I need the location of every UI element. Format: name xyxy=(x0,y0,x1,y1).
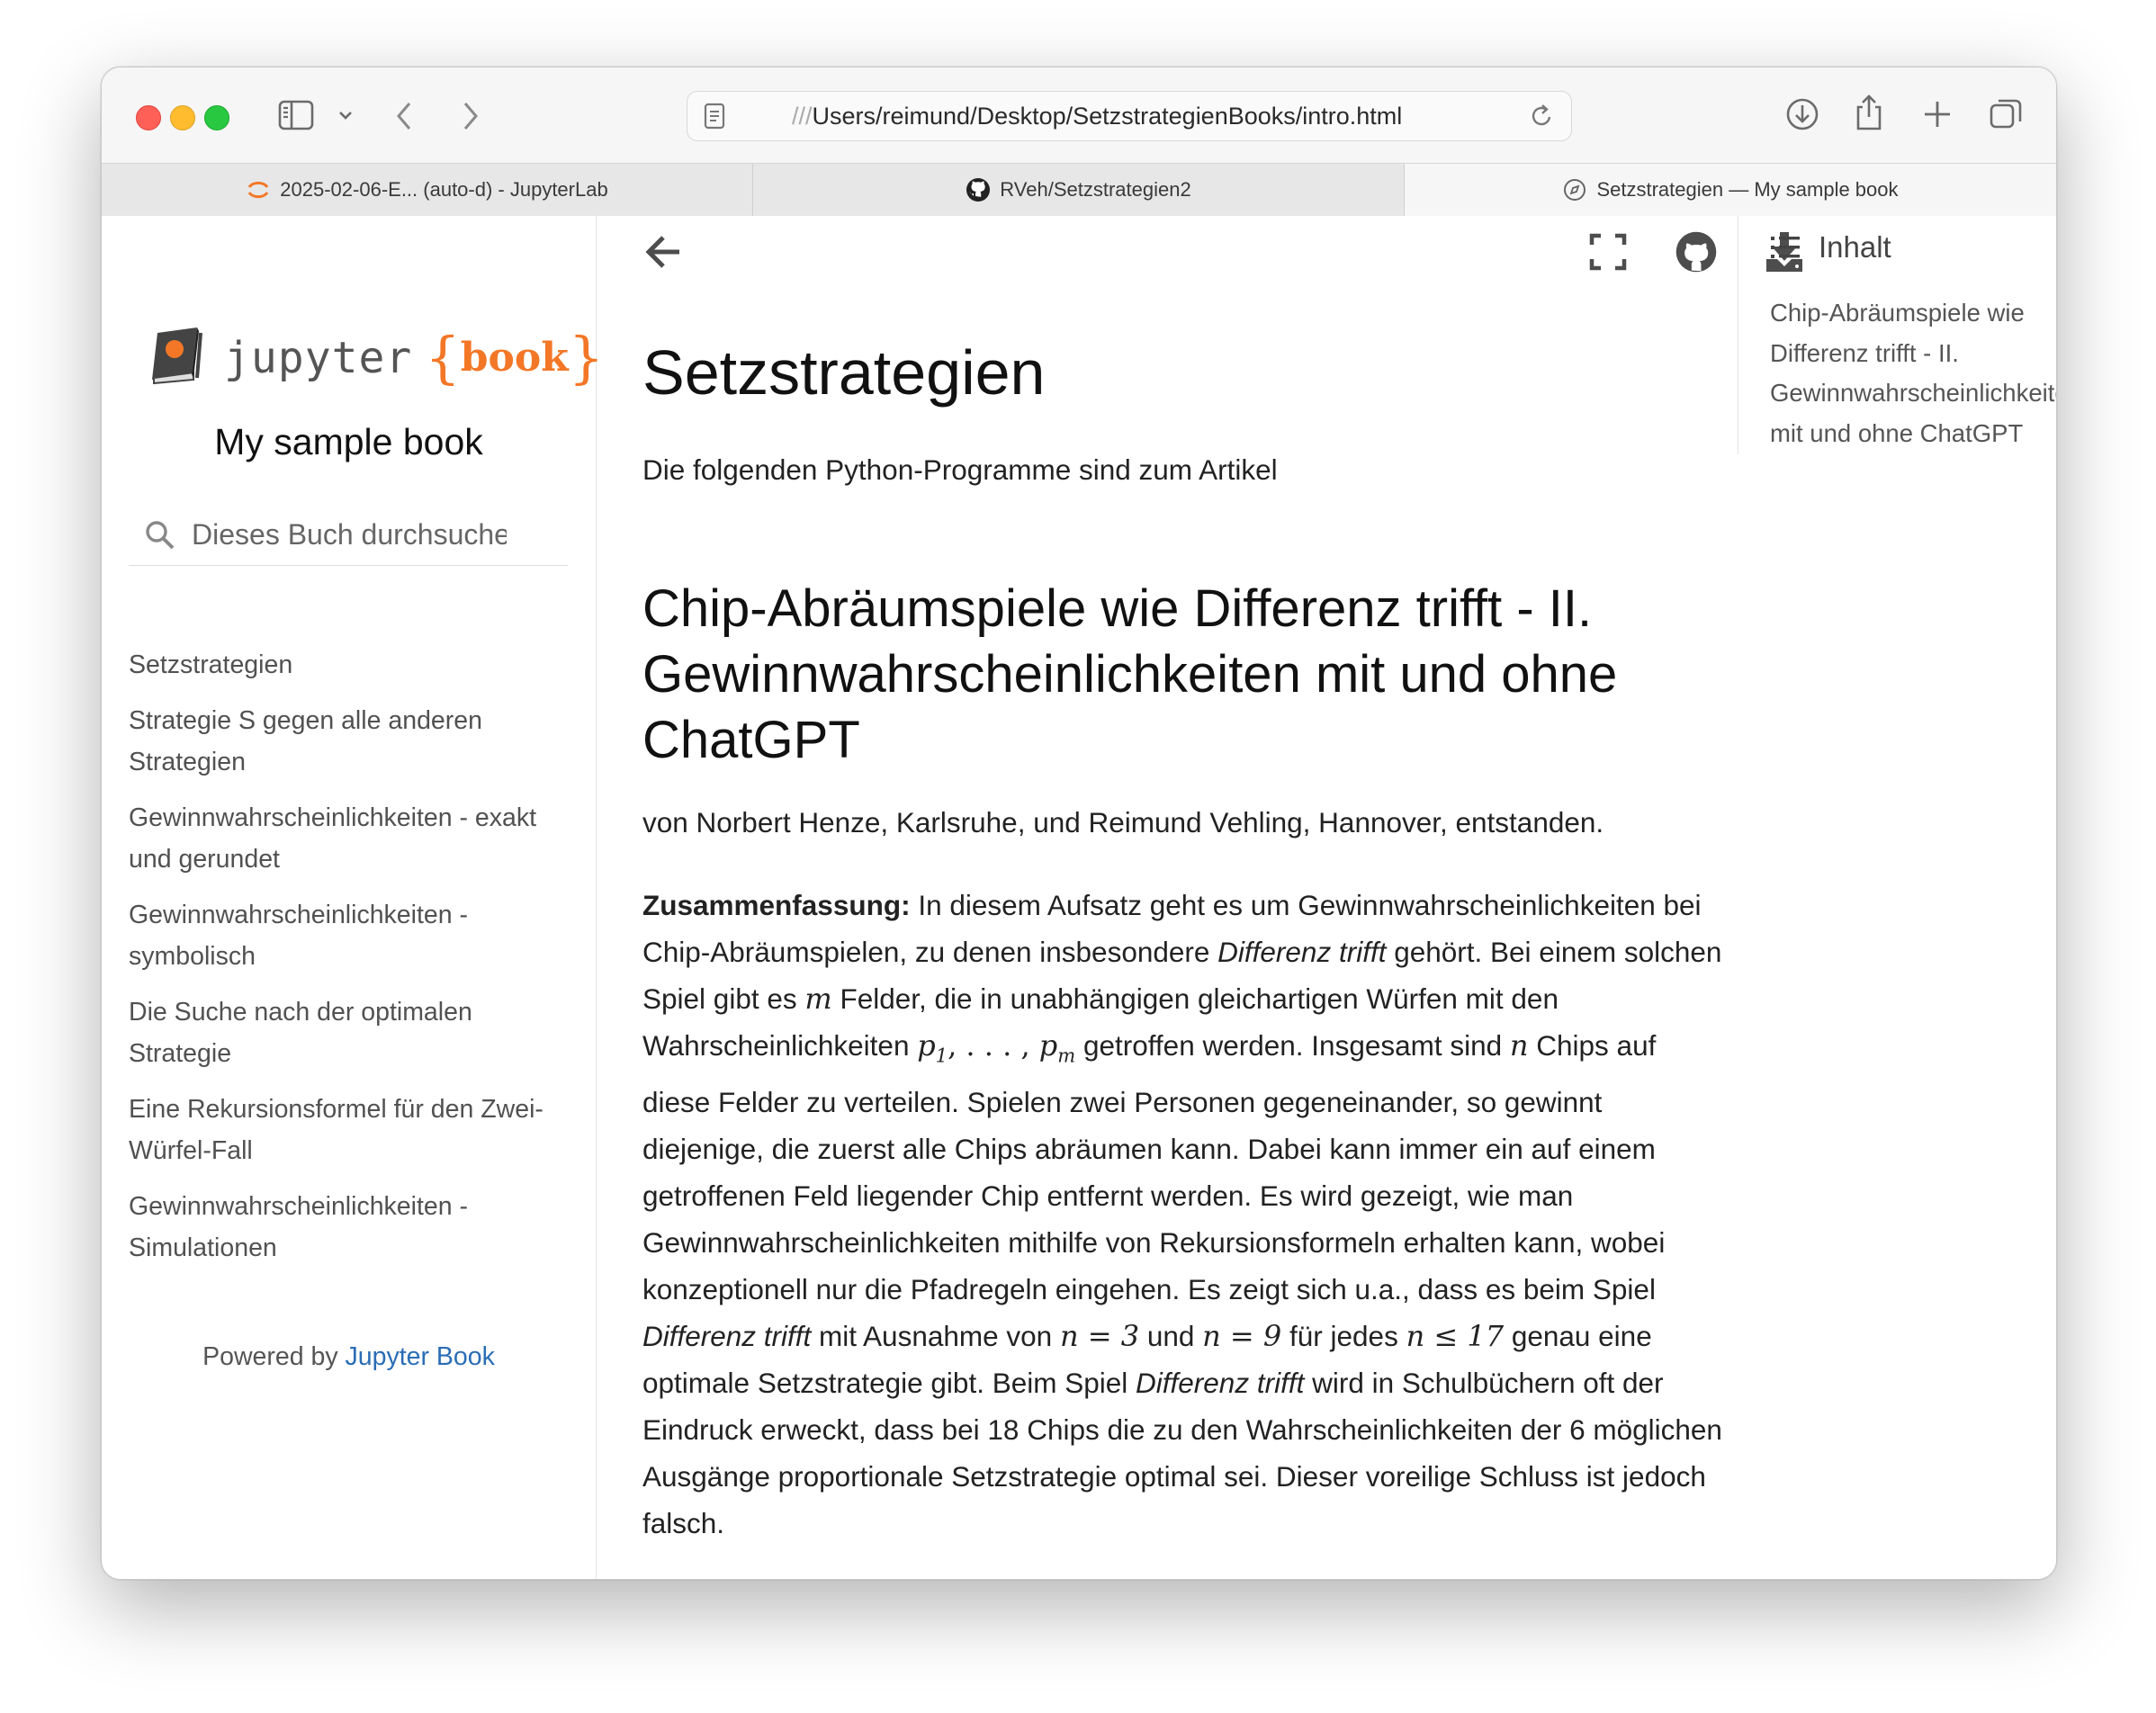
list-icon xyxy=(1770,235,1801,260)
abstract-text: mit Ausnahme von xyxy=(811,1320,1060,1353)
abstract-text: und xyxy=(1139,1320,1203,1353)
nav-item-exakt-gerundet[interactable]: Gewinnwahrscheinlichkeiten - exakt und g… xyxy=(129,797,552,880)
nav-item-symbolisch[interactable]: Gewinnwahrscheinlichkeiten - symbolisch xyxy=(129,894,552,977)
tab-label: RVeh/Setzstrategien2 xyxy=(1000,178,1191,201)
url-text: ///Users/reimund/Desktop/SetzstrategienB… xyxy=(792,103,1402,130)
sidebar-toggle-icon[interactable] xyxy=(278,100,314,135)
abstract-text: für jedes xyxy=(1281,1320,1406,1353)
forward-nav-icon[interactable] xyxy=(460,100,480,137)
powered-by: Powered by Jupyter Book xyxy=(102,1342,596,1372)
tab-label: 2025-02-06-E... (auto-d) - JupyterLab xyxy=(280,178,608,201)
page-content: jupyter { book } My sample book Setzstra… xyxy=(102,216,2056,1579)
reader-page-icon[interactable] xyxy=(704,103,725,134)
toc-header: Inhalt xyxy=(1770,230,1891,265)
math-n-leq-17: n ≤ 17 xyxy=(1406,1319,1505,1354)
logo-book-text: book xyxy=(460,335,569,381)
math-m: m xyxy=(804,982,832,1016)
math-dots: , . . . , xyxy=(948,1028,1039,1063)
authors-text: von Norbert Henze, Karlsruhe, und Reimun… xyxy=(642,806,1604,839)
tab-overview-icon[interactable] xyxy=(1988,96,2024,137)
book-title[interactable]: My sample book xyxy=(102,421,596,463)
search-input[interactable] xyxy=(190,509,508,560)
book-navigation: Setzstrategien Strategie S gegen alle an… xyxy=(129,644,552,1283)
back-nav-icon[interactable] xyxy=(395,100,415,137)
article-heading: Chip-Abräumspiele wie Differenz trifft -… xyxy=(642,579,1618,769)
browser-toolbar: ///Users/reimund/Desktop/SetzstrategienB… xyxy=(102,67,2056,163)
fullscreen-icon[interactable] xyxy=(1588,232,1628,276)
math-n: n xyxy=(1509,1028,1529,1063)
jupyter-book-logo[interactable]: jupyter { book } xyxy=(145,324,604,391)
search-box xyxy=(129,509,568,566)
minimize-window-button[interactable] xyxy=(170,105,195,130)
abstract-paragraph: Zusammenfassung: In diesem Aufsatz geht … xyxy=(642,882,1722,1547)
tab-label: Setzstrategien — My sample book xyxy=(1596,178,1899,201)
emphasis-text: Differenz trifft xyxy=(642,1320,812,1353)
math-p-sequence: p1, . . . , pm xyxy=(917,1028,1076,1067)
github-icon[interactable] xyxy=(1675,230,1718,278)
search-icon xyxy=(145,520,175,555)
tab-setzstrategien[interactable]: Setzstrategien — My sample book xyxy=(1405,164,2056,216)
emphasis-text: Differenz trifft xyxy=(1217,936,1387,968)
math-n-equals-9: n = 9 xyxy=(1202,1319,1282,1354)
url-prefix: /// xyxy=(792,103,813,130)
page-title: Setzstrategien xyxy=(642,337,1046,408)
nav-item-setzstrategien[interactable]: Setzstrategien xyxy=(129,644,552,686)
new-tab-icon[interactable] xyxy=(1921,98,1954,135)
reload-icon[interactable] xyxy=(1530,103,1555,134)
math-p: p xyxy=(1038,1028,1058,1063)
logo-jupyter-text: jupyter xyxy=(224,332,413,383)
jupyter-book-link[interactable]: Jupyter Book xyxy=(346,1342,495,1371)
nav-item-simulationen[interactable]: Gewinnwahrscheinlichkeiten - Simulatione… xyxy=(129,1186,552,1269)
article-main: Setzstrategien Die folgenden Python-Prog… xyxy=(597,216,1802,1579)
intro-text: Die folgenden Python-Programme sind zum … xyxy=(642,453,1278,486)
toc-label: Inhalt xyxy=(1819,230,1891,264)
download-circle-icon[interactable] xyxy=(1784,96,1820,137)
zoom-window-button[interactable] xyxy=(204,105,229,130)
page-toc: Inhalt Chip-Abräumspiele wie Differenz t… xyxy=(1738,216,2056,1579)
powered-by-text: Powered by xyxy=(202,1342,338,1371)
tab-jupyterlab[interactable]: 2025-02-06-E... (auto-d) - JupyterLab xyxy=(102,164,753,216)
nav-item-rekursionsformel[interactable]: Eine Rekursionsformel für den Zwei-Würfe… xyxy=(129,1089,552,1171)
abstract-label: Zusammenfassung: xyxy=(642,889,911,921)
tab-bar: 2025-02-06-E... (auto-d) - JupyterLab RV… xyxy=(102,163,2056,217)
toc-list: Chip-Abräumspiele wie Differenz trifft -… xyxy=(1770,293,2056,453)
browser-window: ///Users/reimund/Desktop/SetzstrategienB… xyxy=(101,67,2057,1580)
math-sub: 1 xyxy=(935,1045,948,1067)
jupyter-icon xyxy=(246,177,271,202)
nav-item-strategie-s[interactable]: Strategie S gegen alle anderen Strategie… xyxy=(129,700,552,783)
math-p: p xyxy=(917,1028,936,1063)
book-icon xyxy=(145,324,208,391)
abstract-text: Chips auf diese Felder zu verteilen. Spi… xyxy=(642,1029,1666,1306)
close-window-button[interactable] xyxy=(136,105,161,130)
logo-brace-open: { xyxy=(425,325,461,390)
tab-github[interactable]: RVeh/Setzstrategien2 xyxy=(753,164,1405,216)
share-icon[interactable] xyxy=(1853,93,1885,137)
github-icon xyxy=(966,177,991,202)
compass-icon xyxy=(1562,177,1587,202)
toc-item[interactable]: Chip-Abräumspiele wie Differenz trifft -… xyxy=(1770,293,2056,453)
abstract-text: getroffen werden. Insgesamt sind xyxy=(1075,1029,1510,1062)
book-sidebar: jupyter { book } My sample book Setzstra… xyxy=(102,216,604,1579)
url-path: Users/reimund/Desktop/SetzstrategienBook… xyxy=(812,103,1403,130)
chevron-down-icon[interactable] xyxy=(337,109,354,126)
math-n-equals-3: n = 3 xyxy=(1059,1319,1140,1354)
nav-item-optimale-strategie[interactable]: Die Suche nach der optimalen Strategie xyxy=(129,991,552,1074)
emphasis-text: Differenz trifft xyxy=(1136,1367,1305,1400)
math-sub: m xyxy=(1057,1045,1076,1067)
back-arrow-icon[interactable] xyxy=(642,232,683,276)
address-bar[interactable]: ///Users/reimund/Desktop/SetzstrategienB… xyxy=(687,91,1572,141)
